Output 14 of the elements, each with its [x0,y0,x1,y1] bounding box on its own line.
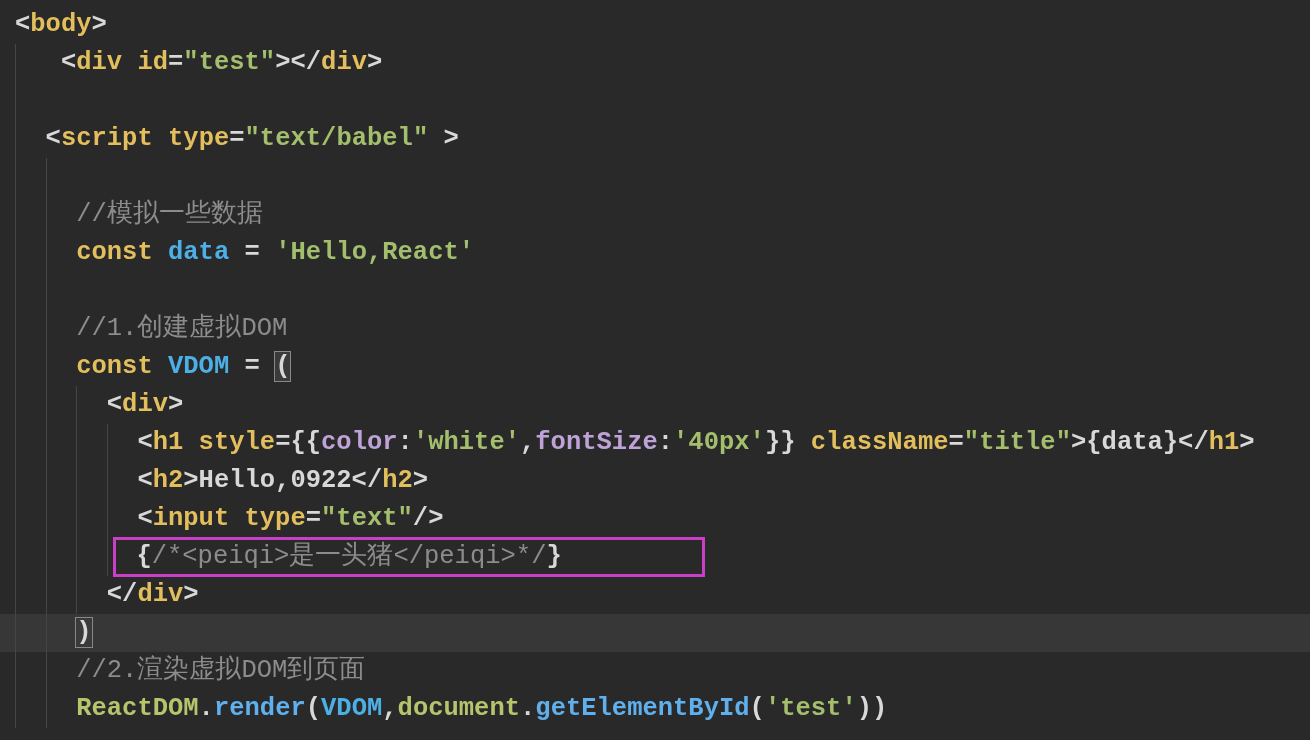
code-line: <div> [106,389,184,421]
code-line: <script type="text/babel" > [45,123,459,155]
code-line: <div id="test"></div> [59,47,383,79]
code-line: </div> [106,579,199,611]
code-line: <input type="text"/> [137,503,444,535]
code-line: <body> [15,9,107,41]
code-line: <h2>Hello,0922</h2> [137,465,429,497]
code-line: //1.创建虚拟DOM [76,312,288,345]
code-line: const VDOM = ( [76,351,291,383]
code-line: ReactDOM.render(VDOM,document.getElementById('test')) [76,693,888,725]
code-line: <h1 style={{color:'white',fontSize:'40px'}} className="title">{data}</h1> [137,427,1255,459]
code-line: //2.渲染虚拟DOM到页面 [76,654,366,687]
code-line: //模拟一些数据 [76,198,263,231]
code-line: const data = 'Hello,React' [76,237,475,269]
